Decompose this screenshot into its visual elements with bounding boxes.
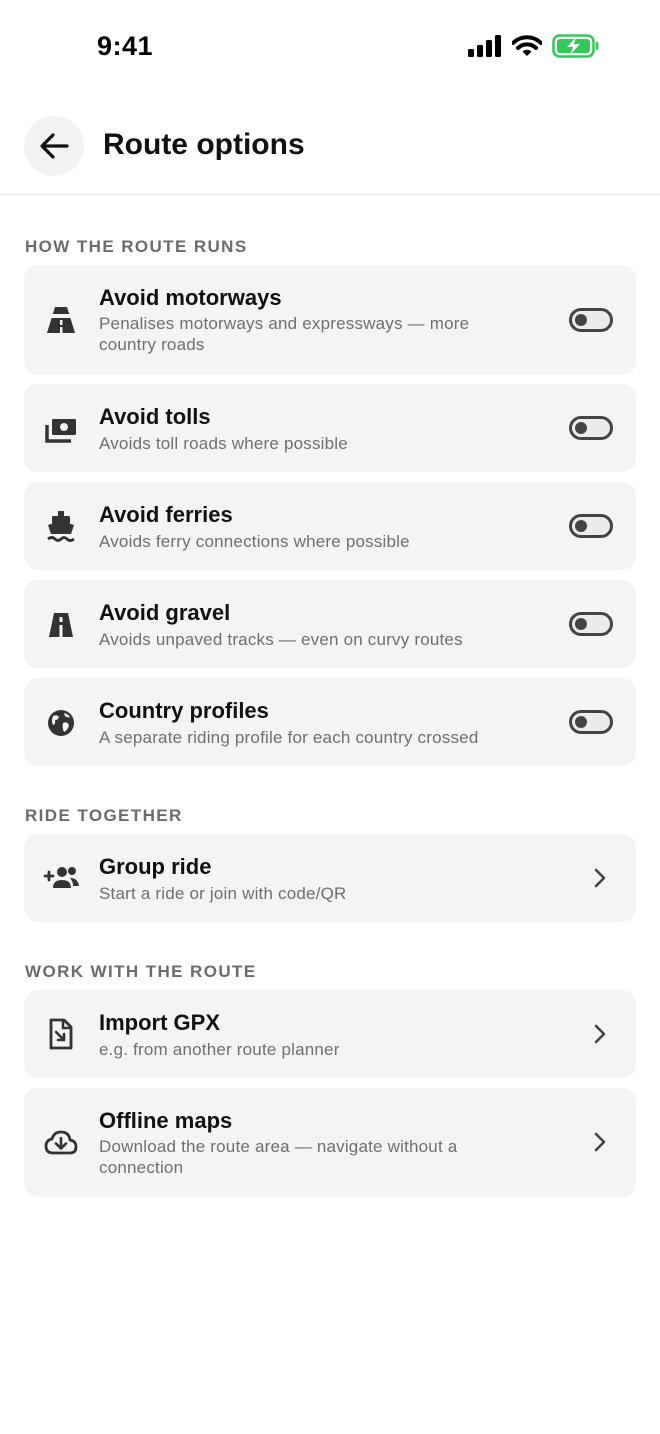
option-title: Avoid ferries	[99, 502, 233, 527]
avoid-gravel-toggle[interactable]	[569, 612, 613, 636]
status-time: 9:41	[97, 31, 154, 61]
option-avoid-gravel[interactable]: Avoid gravel Avoids unpaved tracks — eve…	[24, 580, 636, 668]
header: Route options	[0, 96, 660, 195]
option-title: Country profiles	[99, 698, 269, 723]
option-title: Avoid motorways	[99, 285, 282, 310]
option-subtitle: Start a ride or join with code/QR	[99, 884, 347, 903]
option-title: Import GPX	[99, 1010, 221, 1035]
back-button[interactable]	[24, 116, 84, 176]
option-avoid-tolls[interactable]: Avoid tolls Avoids toll roads where poss…	[24, 384, 636, 472]
option-avoid-ferries[interactable]: Avoid ferries Avoids ferry connections w…	[24, 482, 636, 570]
avoid-motorways-toggle[interactable]	[569, 308, 613, 332]
option-subtitle: e.g. from another route planner	[99, 1040, 340, 1059]
battery-charging-icon	[552, 34, 599, 58]
wifi-icon	[512, 35, 542, 56]
country-profiles-toggle[interactable]	[569, 710, 613, 734]
option-subtitle: Download the route area — navigate witho…	[99, 1137, 458, 1177]
arrow-left-icon	[40, 133, 69, 159]
option-avoid-motorways[interactable]: Avoid motorways Penalises motorways and …	[24, 265, 636, 375]
ferry-icon	[44, 509, 78, 543]
option-subtitle: Avoids toll roads where possible	[99, 434, 348, 453]
option-title: Offline maps	[99, 1108, 233, 1133]
globe-icon	[44, 706, 78, 740]
option-subtitle: A separate riding profile for each count…	[99, 728, 479, 747]
motorway-icon	[44, 303, 78, 337]
avoid-ferries-toggle[interactable]	[569, 514, 613, 538]
option-subtitle: Penalises motorways and expressways — mo…	[99, 314, 470, 354]
option-subtitle: Avoids unpaved tracks — even on curvy ro…	[99, 630, 463, 649]
import-gpx-item[interactable]: Import GPX e.g. from another route plann…	[24, 990, 636, 1078]
avoid-tolls-toggle[interactable]	[569, 416, 613, 440]
toll-icon	[44, 413, 78, 447]
status-bar: 9:41	[0, 0, 660, 96]
page-title: Route options	[103, 128, 305, 161]
gravel-road-icon	[44, 608, 78, 642]
option-subtitle: Avoids ferry connections where possible	[99, 532, 410, 551]
section-title-route: HOW THE ROUTE RUNS	[25, 237, 248, 256]
signal-icon	[468, 35, 501, 57]
group-add-icon	[42, 861, 82, 895]
section-title-together: RIDE TOGETHER	[25, 806, 183, 825]
group-ride-item[interactable]: Group ride Start a ride or join with cod…	[24, 834, 636, 922]
option-country-profiles[interactable]: Country profiles A separate riding profi…	[24, 678, 636, 766]
chevron-right-icon	[592, 1131, 608, 1153]
file-import-icon	[44, 1017, 78, 1051]
option-title: Avoid tolls	[99, 404, 211, 429]
cloud-download-icon	[44, 1126, 78, 1160]
section-title-work: WORK WITH THE ROUTE	[25, 962, 257, 981]
option-title: Avoid gravel	[99, 600, 231, 625]
option-title: Group ride	[99, 854, 212, 879]
offline-maps-item[interactable]: Offline maps Download the route area — n…	[24, 1088, 636, 1197]
chevron-right-icon	[592, 1023, 608, 1045]
chevron-right-icon	[592, 867, 608, 889]
status-icons	[468, 34, 600, 58]
